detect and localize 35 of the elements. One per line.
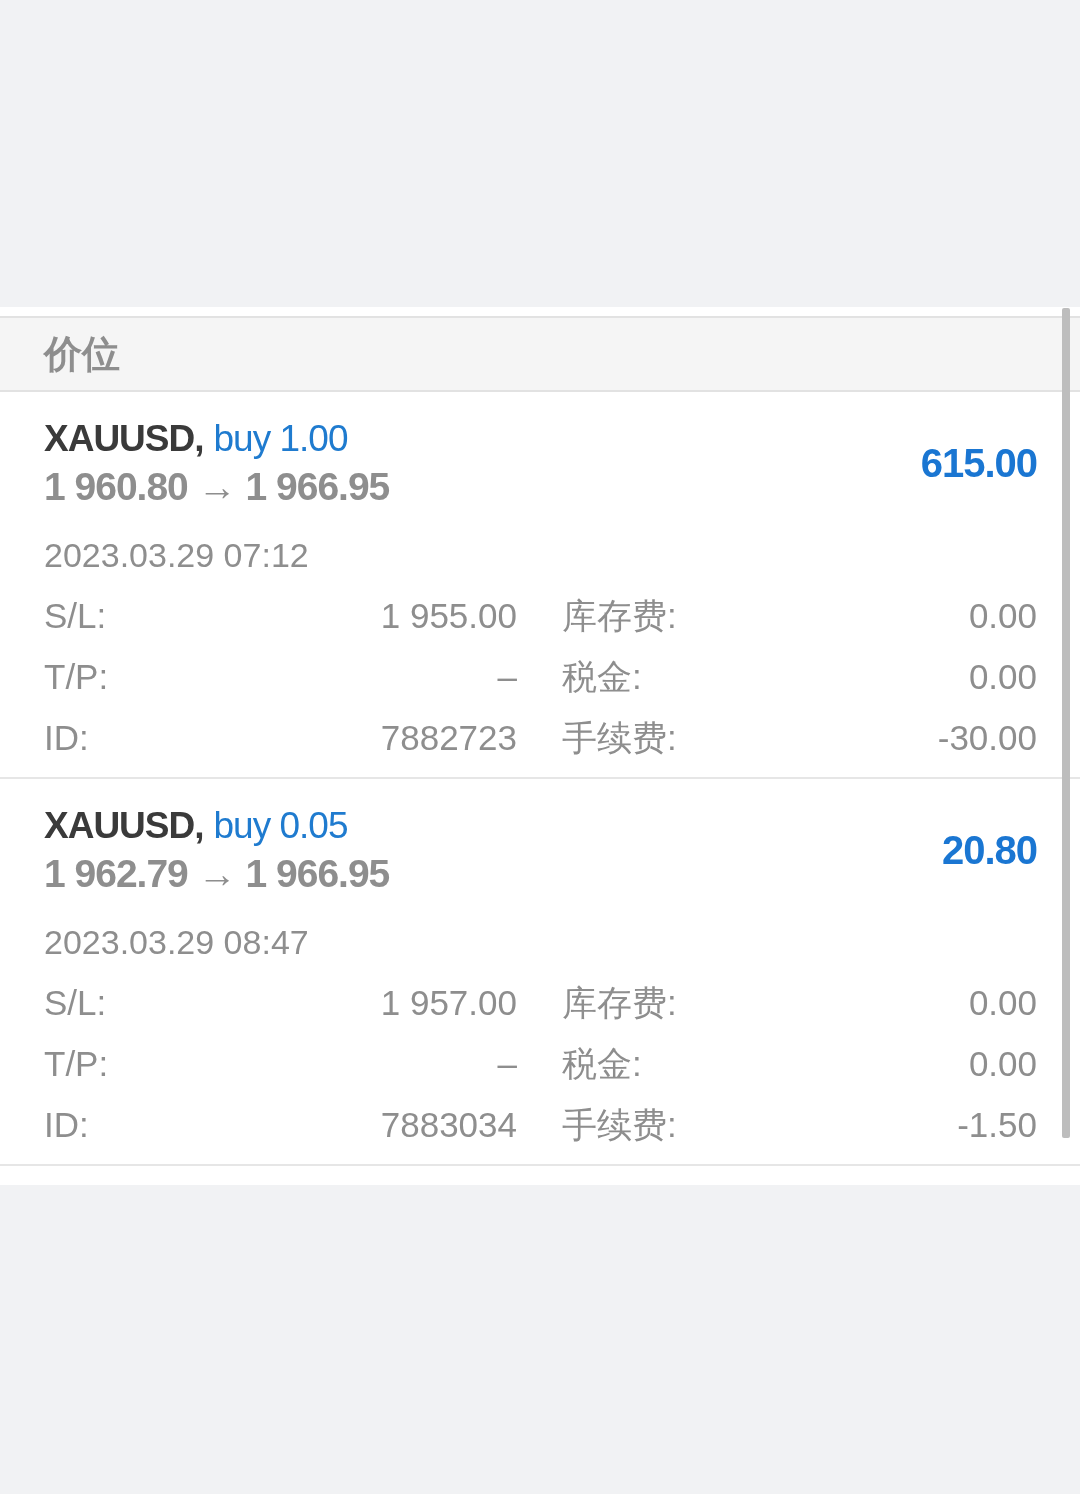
- field-label: T/P:: [44, 1042, 109, 1085]
- field-value: 0.00: [968, 655, 1037, 698]
- field-label: ID:: [44, 1103, 89, 1146]
- field-value: 1 955.00: [380, 594, 517, 637]
- field-value: -1.50: [957, 1103, 1037, 1146]
- field-label: 库存费:: [562, 981, 677, 1024]
- field-label: ID:: [44, 716, 89, 759]
- field-label: 手续费:: [562, 1103, 677, 1146]
- symbol-text: XAUUSD,: [44, 417, 204, 461]
- price-change-text: 1 960.80 → 1 966.95: [44, 464, 390, 510]
- field-value: 7883034: [380, 1103, 517, 1146]
- field-value: 0.00: [968, 1042, 1037, 1085]
- field-value: –: [497, 655, 517, 698]
- symbol-text: XAUUSD,: [44, 804, 204, 848]
- field-label: 手续费:: [562, 716, 677, 759]
- field-value: 1 957.00: [380, 981, 517, 1024]
- order-type-text: buy 0.05: [213, 804, 348, 848]
- field-label: S/L:: [44, 594, 107, 637]
- field-value: 7882723: [380, 716, 517, 759]
- order-type-text: buy 1.00: [213, 417, 348, 461]
- field-value: 0.00: [968, 594, 1037, 637]
- price-change-text: 1 962.79 → 1 966.95: [44, 851, 390, 897]
- field-label: 税金:: [562, 1042, 642, 1085]
- field-label: 税金:: [562, 655, 642, 698]
- section-header: 价位: [0, 316, 1080, 392]
- field-value: –: [497, 1042, 517, 1085]
- field-label: 库存费:: [562, 594, 677, 637]
- open-time-text: 2023.03.29 07:12: [44, 535, 309, 576]
- field-label: S/L:: [44, 981, 107, 1024]
- profit-value: 20.80: [941, 827, 1037, 874]
- profit-value: 615.00: [920, 440, 1037, 487]
- field-value: -30.00: [937, 716, 1037, 759]
- field-value: 0.00: [968, 981, 1037, 1024]
- field-label: T/P:: [44, 655, 109, 698]
- open-time-text: 2023.03.29 08:47: [44, 922, 309, 963]
